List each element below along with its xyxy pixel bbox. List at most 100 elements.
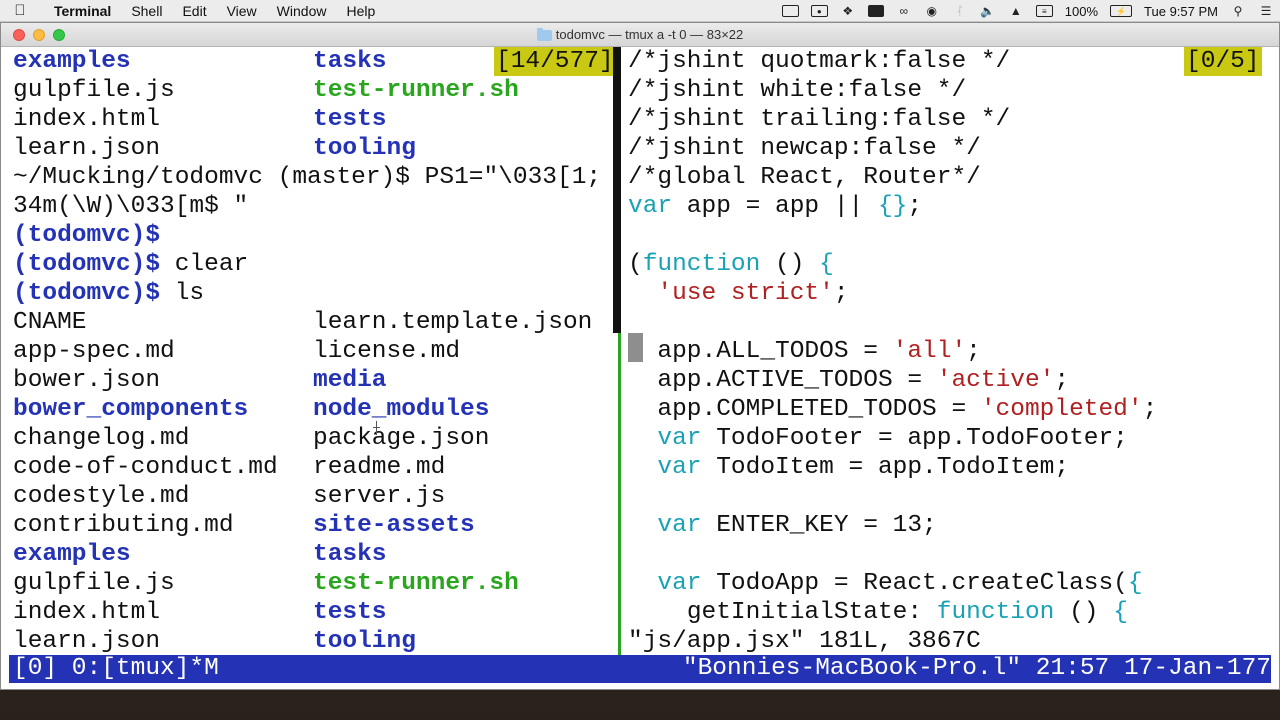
left-pane-row: tasks	[313, 540, 387, 569]
code-token: /*global React, Router*/	[628, 164, 981, 191]
screen-mirror-icon[interactable]	[781, 5, 799, 17]
file-entry: gulpfile.js	[13, 570, 175, 597]
keyboard-icon[interactable]: ≡	[1035, 5, 1053, 17]
left-pane-row: examples	[13, 47, 131, 76]
pane-divider[interactable]	[613, 47, 621, 333]
right-pane-search-counter: [0/5]	[1184, 47, 1262, 76]
left-pane-row: code-of-conduct.md	[13, 453, 278, 482]
code-token: 'completed'	[980, 396, 1143, 423]
shell-command: clear	[174, 251, 249, 278]
code-token: app.ACTIVE_TODOS =	[657, 367, 937, 394]
code-token: /*jshint trailing:false */	[628, 106, 1011, 133]
left-pane-row: changelog.md	[13, 424, 189, 453]
shell-command-line: ~/Mucking/todomvc (master)$ PS1="\033[1;	[13, 164, 602, 191]
left-pane-row: app-spec.md	[13, 337, 175, 366]
code-token: app.ALL_TODOS =	[657, 338, 893, 365]
code-token: var	[657, 512, 702, 539]
left-pane-row: codestyle.md	[13, 482, 189, 511]
volume-icon[interactable]: 🔈	[980, 4, 996, 18]
menu-window[interactable]: Window	[267, 3, 337, 19]
shell-prompt-line: (todomvc)$ clear	[13, 250, 248, 279]
left-pane-row: tests	[313, 598, 387, 627]
clock[interactable]: Tue 9:57 PM	[1144, 4, 1218, 19]
spotlight-search-icon[interactable]: ⚲	[1230, 4, 1246, 18]
left-pane-row: tooling	[313, 627, 416, 656]
left-pane-row: gulpfile.js	[13, 569, 175, 598]
file-entry: site-assets	[313, 512, 475, 539]
app-status-icon[interactable]	[867, 5, 884, 17]
code-token: TodoFooter = app.TodoFooter;	[701, 425, 1128, 452]
left-pane-scroll-counter: [14/577]	[494, 47, 616, 76]
file-entry: test-runner.sh	[313, 570, 519, 597]
apple-icon[interactable]: 	[0, 2, 40, 19]
battery-icon[interactable]: ⚡	[1110, 5, 1133, 17]
code-token: var	[657, 425, 702, 452]
file-entry: tasks	[313, 541, 387, 568]
menu-view[interactable]: View	[217, 3, 267, 19]
left-pane-row: test-runner.sh	[313, 569, 519, 598]
code-token: getInitialState:	[686, 599, 937, 626]
code-token: TodoItem = app.TodoItem;	[701, 454, 1070, 481]
title-bar[interactable]: todomvc — tmux a -t 0 — 83×22	[1, 23, 1279, 47]
code-token: 'use strict'	[657, 280, 834, 307]
file-entry: app-spec.md	[13, 338, 175, 365]
shell-command: ls	[174, 280, 205, 307]
file-entry: learn.template.json	[313, 309, 593, 336]
left-pane-row: learn.json	[13, 134, 160, 163]
code-token: ;	[907, 193, 923, 220]
code-line: app.ALL_TODOS = 'all';	[628, 337, 980, 366]
tmux-host-clock: "Bonnies-MacBook-Pro.l" 21:57 17-Jan-177	[682, 655, 1271, 682]
minimize-button[interactable]	[33, 29, 45, 41]
code-token: {	[1113, 599, 1128, 626]
code-token: ;	[833, 280, 849, 307]
notification-center-icon[interactable]: ☰	[1258, 4, 1274, 18]
menu-help[interactable]: Help	[336, 3, 385, 19]
active-pane-border[interactable]	[618, 333, 621, 655]
code-token: var	[657, 454, 702, 481]
code-line: /*jshint newcap:false */	[628, 134, 981, 163]
file-entry: learn.json	[13, 628, 161, 655]
menu-edit[interactable]: Edit	[172, 3, 216, 19]
screenshot-icon[interactable]: ●	[810, 5, 828, 17]
menu-shell[interactable]: Shell	[121, 3, 172, 19]
file-entry: changelog.md	[13, 425, 190, 452]
file-entry: code-of-conduct.md	[13, 454, 278, 481]
code-token: ()	[760, 251, 820, 278]
glasses-icon[interactable]: ∞	[896, 4, 912, 18]
menu-terminal[interactable]: Terminal	[40, 3, 121, 19]
code-line: 'use strict';	[628, 279, 849, 308]
terminal-content[interactable]: examples tasks [14/577] gulpfile.js test…	[1, 47, 1279, 689]
code-line: /*jshint white:false */	[628, 76, 966, 105]
shell-prompt: (todomvc)$	[13, 251, 161, 278]
window-title: todomvc — tmux a -t 0 — 83×22	[555, 27, 744, 42]
menu-bar:  Terminal Shell Edit View Window Help ●…	[0, 0, 1280, 22]
close-button[interactable]	[13, 29, 25, 41]
code-line: var TodoFooter = app.TodoFooter;	[628, 424, 1128, 453]
left-pane-row: index.html	[13, 105, 160, 134]
code-token: {}	[877, 193, 908, 220]
code-token: /*jshint white:false */	[628, 77, 967, 104]
battery-percent[interactable]: 100%	[1065, 4, 1098, 19]
left-pane-row: tooling	[313, 134, 416, 163]
file-entry: tests	[313, 106, 387, 133]
code-line: var TodoApp = React.createClass({	[628, 569, 1142, 598]
left-pane-row: license.md	[313, 337, 460, 366]
wifi-icon[interactable]: ▲	[1008, 4, 1024, 18]
code-token: ENTER_KEY = 13;	[701, 512, 937, 539]
left-pane-row: site-assets	[313, 511, 475, 540]
tmux-window-list[interactable]: [0] 0:[tmux]*M	[13, 655, 219, 683]
code-token: /*jshint newcap:false */	[628, 135, 981, 162]
zoom-button[interactable]	[53, 29, 65, 41]
dropbox-icon[interactable]: ❖	[840, 4, 856, 18]
left-pane-row: gulpfile.js	[13, 76, 175, 105]
left-pane-row: server.js	[313, 482, 445, 511]
camera-icon[interactable]: ◉	[924, 4, 940, 18]
bluetooth-icon[interactable]: ᛮ	[952, 4, 968, 18]
code-token: ()	[1054, 599, 1114, 626]
code-token: function	[936, 599, 1055, 626]
file-entry: contributing.md	[13, 512, 234, 539]
